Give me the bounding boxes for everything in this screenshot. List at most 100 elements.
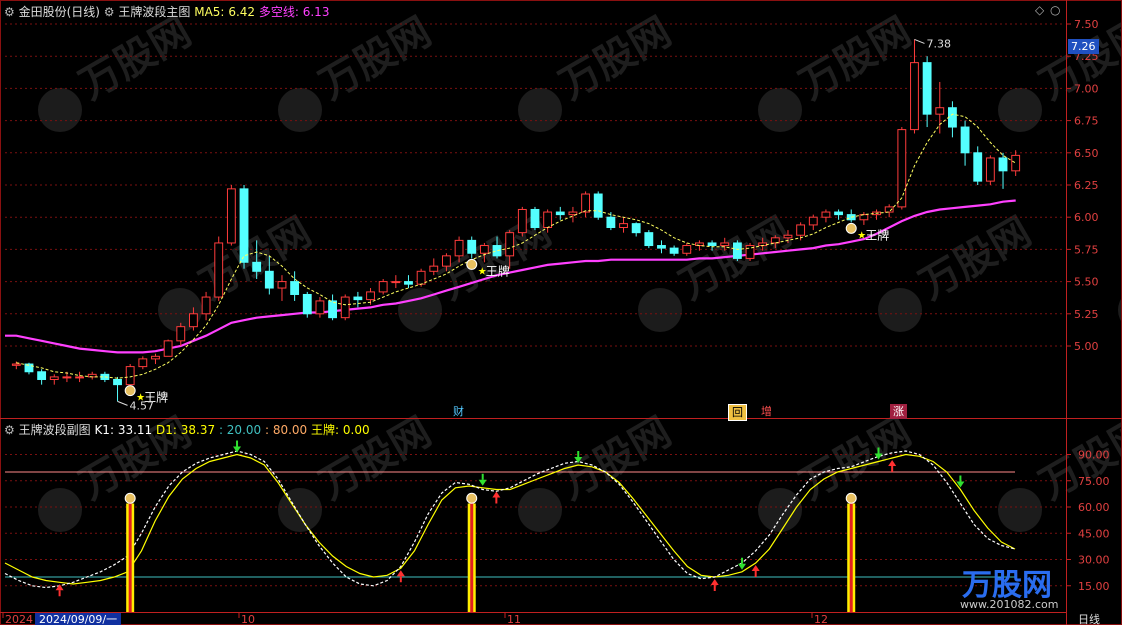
sub-header: ⚙ 王牌波段副图 K1: 33.11 D1: 38.37 : 20.00 : 8… xyxy=(4,421,370,438)
event-marker-zhang[interactable]: 涨 xyxy=(890,404,907,419)
candle xyxy=(391,275,401,289)
candle-body xyxy=(821,211,831,218)
candle-body xyxy=(808,216,818,226)
up-arrow-icon xyxy=(396,570,405,577)
price-tick-label: 5.50 xyxy=(1074,276,1099,289)
candle-body xyxy=(910,62,919,131)
candle xyxy=(581,191,590,218)
candle-body xyxy=(62,376,72,379)
candle xyxy=(530,206,540,231)
watermark-figure xyxy=(638,288,682,332)
close-icon[interactable]: ○ xyxy=(1050,3,1060,17)
event-marker-zeng[interactable]: 增 xyxy=(758,404,775,419)
candle-body xyxy=(619,223,628,229)
candle-body xyxy=(214,242,224,298)
candle-body xyxy=(543,211,553,229)
candle xyxy=(985,155,995,185)
candle xyxy=(808,214,818,231)
k1-label: K1: xyxy=(94,423,114,437)
event-marker-cai[interactable]: 财 xyxy=(450,404,467,419)
stock-title: 金田股份(日线) xyxy=(18,5,100,19)
money-bag-icon xyxy=(466,492,478,504)
money-bag-icon xyxy=(124,385,136,397)
candle-body xyxy=(378,281,388,293)
price-tick-label: 6.25 xyxy=(1074,179,1099,192)
candle-body xyxy=(922,62,932,115)
candle-body xyxy=(277,281,287,289)
candle xyxy=(935,81,945,134)
wp-label: 王牌: xyxy=(311,423,340,437)
candle xyxy=(732,240,742,261)
up-arrow-icon xyxy=(751,565,760,571)
candle-body xyxy=(707,242,717,247)
date-label: 2024/09/09/一 xyxy=(39,613,117,625)
candle-body xyxy=(606,216,616,229)
candle-body xyxy=(454,239,464,257)
candle xyxy=(214,236,224,301)
candle-body xyxy=(555,211,565,216)
signal-label: 王牌 xyxy=(865,228,889,242)
settings-icon-3[interactable]: ⚙ xyxy=(4,423,15,437)
candle xyxy=(960,120,970,166)
candle xyxy=(884,204,894,218)
candle xyxy=(619,217,628,233)
candle xyxy=(897,127,907,210)
watermark-text: 万股网 xyxy=(192,209,319,309)
candle-body xyxy=(201,296,211,315)
event-marker-hui[interactable]: 回 xyxy=(728,404,747,421)
price-tick-label: 7.50 xyxy=(1074,18,1099,31)
watermark-figure xyxy=(278,488,322,532)
candle xyxy=(176,322,186,346)
candle-body xyxy=(442,255,451,267)
osc-tick-label: 90.00 xyxy=(1078,449,1110,462)
candle-body xyxy=(796,224,806,236)
candle-body xyxy=(682,245,692,254)
candle-body xyxy=(720,242,730,247)
main-header: ⚙ 金田股份(日线) ⚙ 王牌波段主图 MA5: 6.42 多空线: 6.13 xyxy=(4,3,329,20)
candle xyxy=(239,185,249,269)
candle xyxy=(87,371,97,380)
watermark-figure xyxy=(518,88,562,132)
osc-tick-label: 30.00 xyxy=(1078,554,1110,567)
candle-body xyxy=(49,376,59,380)
candle-body xyxy=(669,247,679,254)
low-price-label: 4.57 xyxy=(130,399,155,412)
money-bag-icon xyxy=(845,222,857,234)
buy-bar-core xyxy=(128,503,132,612)
date-label: 12 xyxy=(814,613,828,625)
watermark-figure xyxy=(758,488,802,532)
candle-body xyxy=(568,211,578,216)
expand-icon[interactable]: ◇ xyxy=(1035,3,1044,17)
candle xyxy=(593,191,603,220)
date-label: 2024 xyxy=(5,613,33,625)
candle-body xyxy=(290,281,300,295)
osc-tick-label: 60.00 xyxy=(1078,501,1110,514)
settings-icon[interactable]: ⚙ xyxy=(4,5,15,19)
candle-body xyxy=(985,157,995,182)
candle-body xyxy=(252,261,262,272)
watermark-figure xyxy=(878,288,922,332)
candle-body xyxy=(113,378,122,386)
candle-body xyxy=(935,107,945,115)
candle-body xyxy=(366,291,375,301)
candle-body xyxy=(37,371,47,380)
watermark-layer: 万股网万股网万股网万股网万股网万股网万股网万股网万股网万股网万股网万股网万股网万… xyxy=(38,9,1122,532)
osc-tick-label: 15.00 xyxy=(1078,580,1110,593)
candle xyxy=(315,297,325,318)
candle xyxy=(910,39,919,134)
candle xyxy=(1011,150,1021,176)
candle xyxy=(328,294,337,321)
date-label: 10 xyxy=(241,613,255,625)
settings-icon-2[interactable]: ⚙ xyxy=(104,5,115,19)
candle xyxy=(745,242,755,261)
candle xyxy=(277,275,287,301)
k1-value: 33.11 xyxy=(117,423,153,437)
dk-value: 6.13 xyxy=(302,5,330,19)
candle xyxy=(669,245,679,256)
candle xyxy=(834,209,843,220)
ma5-label: MA5: xyxy=(194,5,225,19)
candle-body xyxy=(1011,154,1021,172)
candle xyxy=(163,339,173,357)
candle-body xyxy=(151,355,160,360)
watermark-figure xyxy=(758,88,802,132)
